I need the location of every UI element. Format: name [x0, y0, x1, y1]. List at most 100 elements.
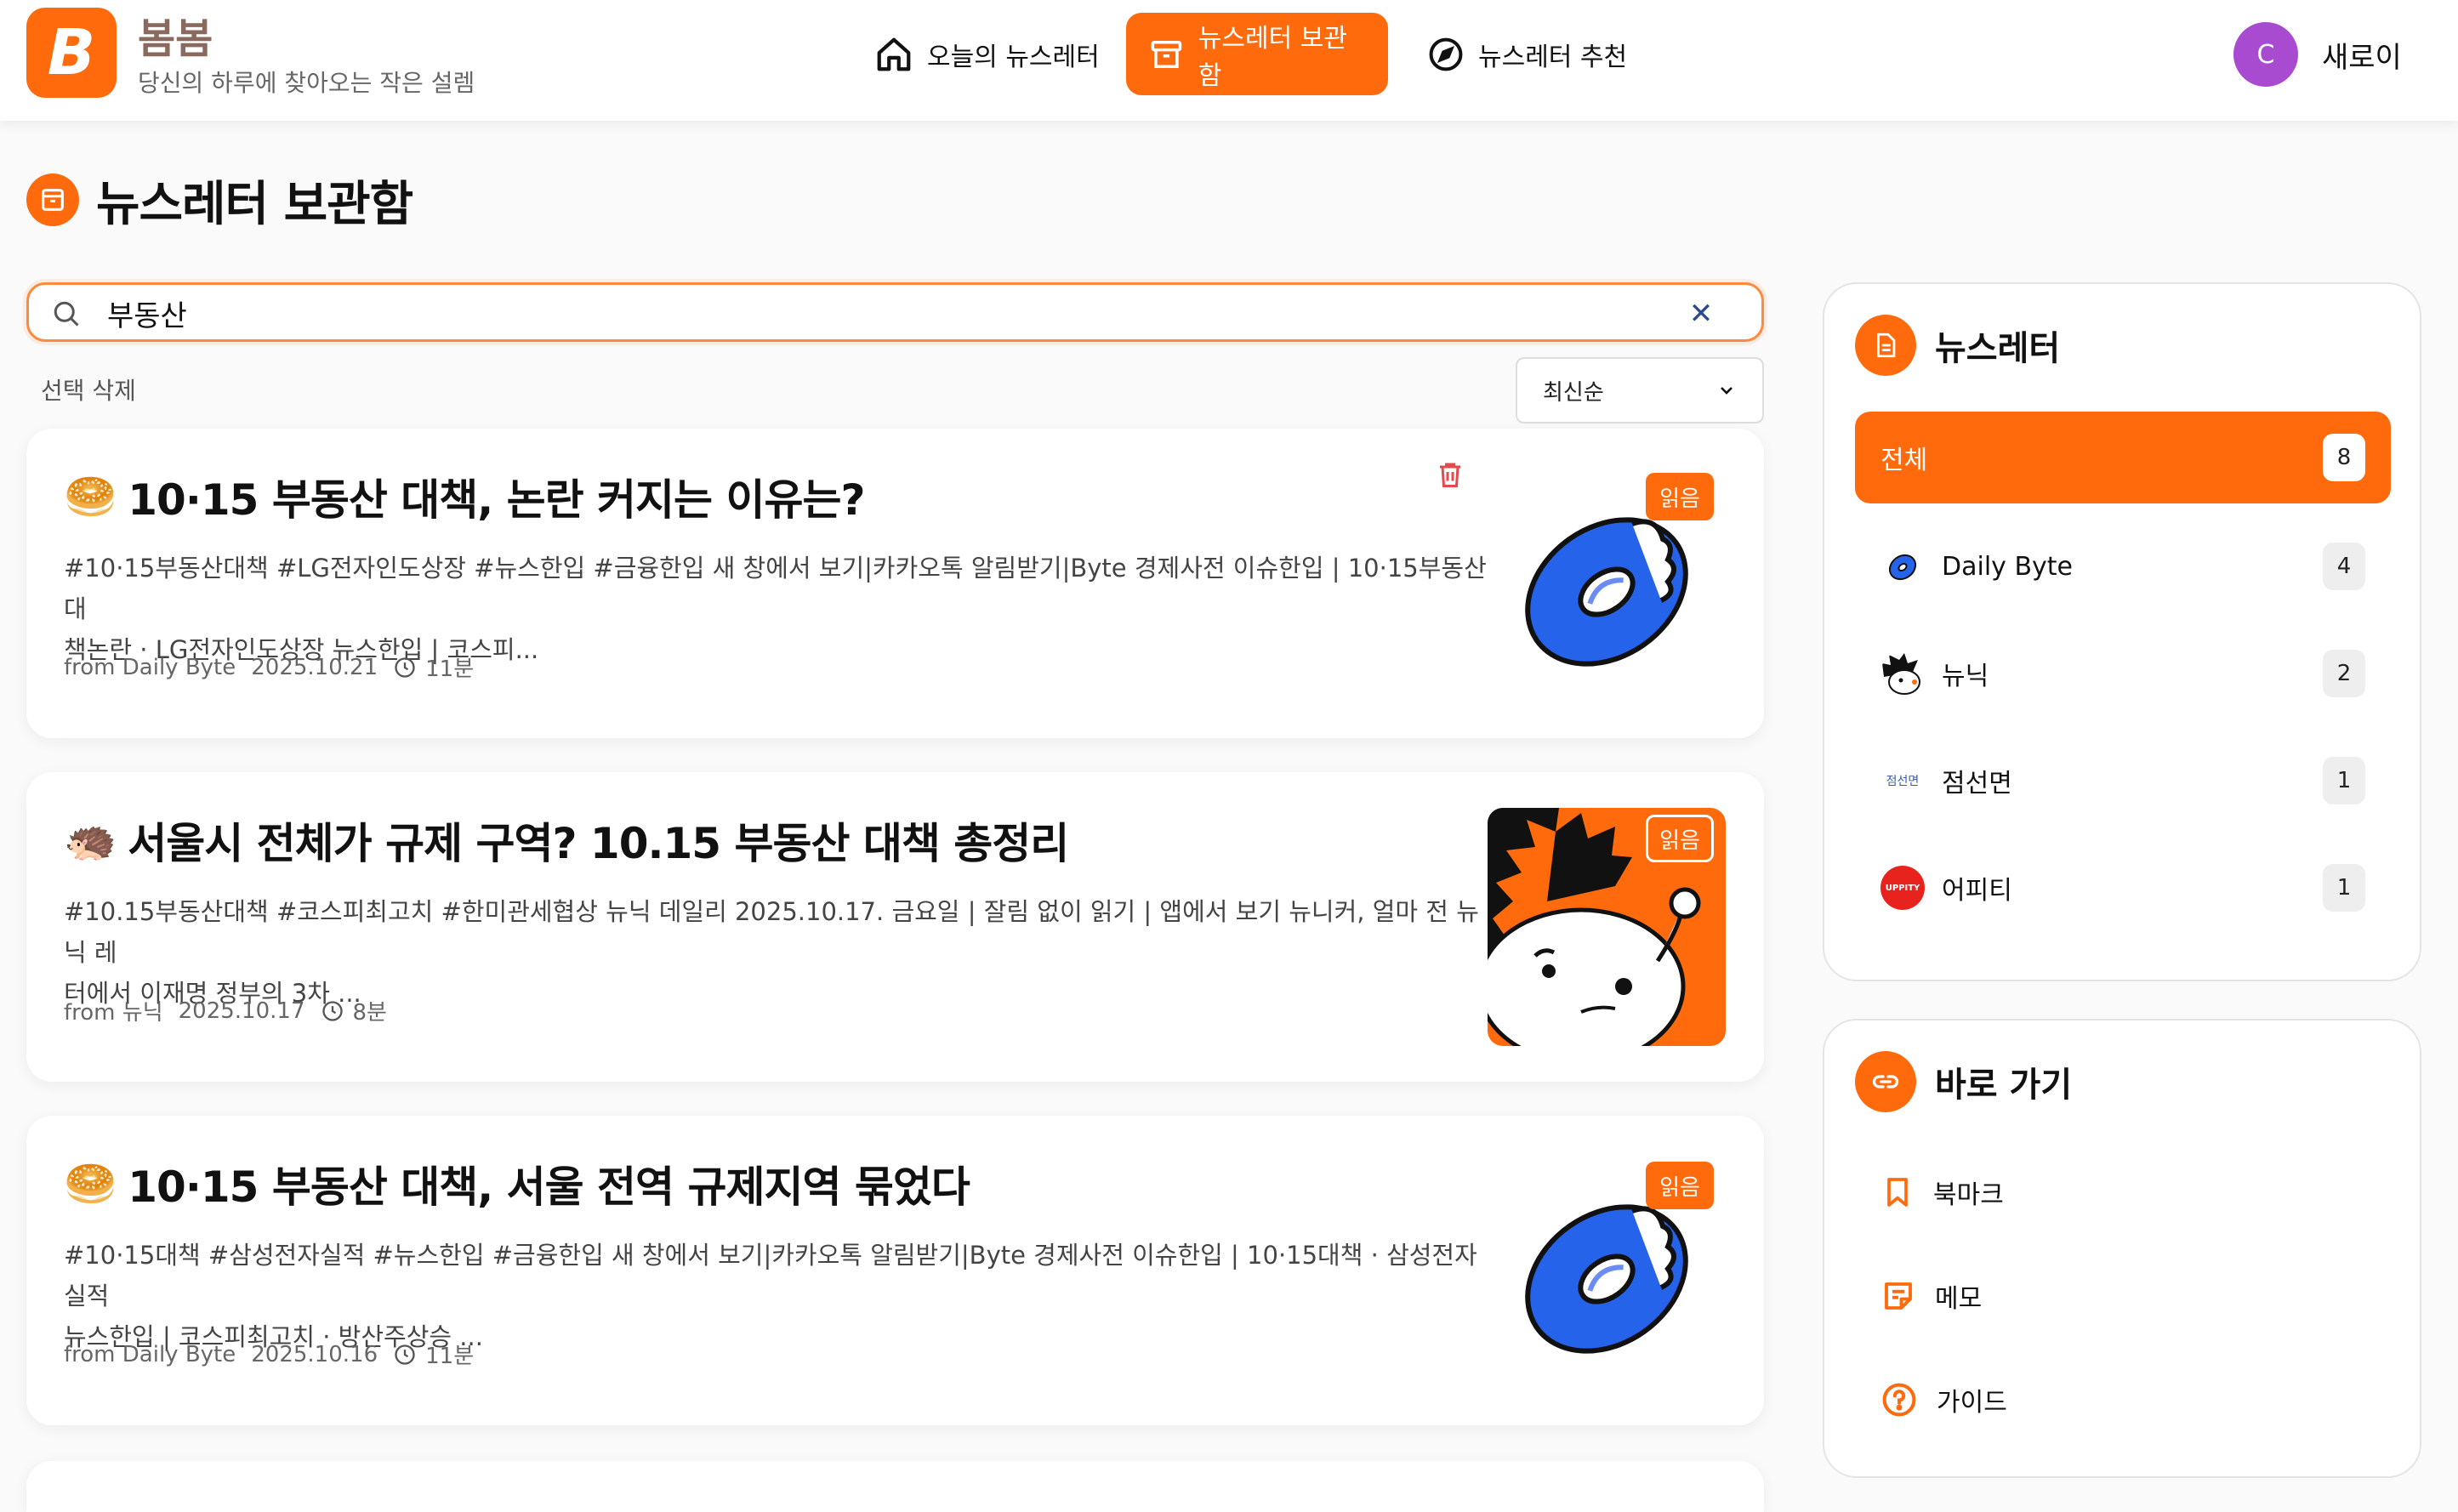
shortcut-bookmark[interactable]: 북마크 — [1880, 1174, 2004, 1211]
memo-icon — [1885, 1282, 1912, 1310]
card-title: 🥯 10·15 부동산 대책, 논란 커지는 이유는? — [64, 466, 865, 527]
hedgehog-logo — [1880, 651, 1925, 696]
read-time: 11분 — [393, 651, 474, 683]
read-time: 8분 — [321, 995, 387, 1026]
card-meta: from Daily Byte 2025.10.16 11분 — [64, 1339, 474, 1370]
card-emoji: 🥯 — [64, 1158, 117, 1208]
uppity-logo: UPPITY — [1880, 866, 1925, 910]
filter-newneek[interactable]: 뉴닉 2 — [1855, 628, 2391, 719]
filter-count: 1 — [2323, 864, 2365, 912]
panel-title: 바로 가기 — [1935, 1066, 2073, 1105]
filter-label: Daily Byte — [1942, 551, 2073, 582]
clear-search-icon[interactable]: ✕ — [1684, 297, 1718, 331]
newsletter-card[interactable]: 🥯 10·15 부동산 대책, 논란 커지는 이유는? #10·15부동산대책 … — [26, 429, 1764, 738]
search-icon — [54, 301, 79, 327]
card-meta: from Daily Byte 2025.10.21 11분 — [64, 651, 474, 683]
read-badge: 읽음 — [1646, 815, 1714, 862]
brand-name: 봄봄 — [138, 15, 213, 63]
sort-value: 최신순 — [1543, 379, 1604, 406]
newsletter-card[interactable]: 🥯 10·15 부동산 대책, 서울 전역 규제지역 묶었다 #10·15대책 … — [26, 1116, 1764, 1425]
clock-icon — [395, 1344, 415, 1365]
filter-count: 8 — [2323, 434, 2365, 481]
archive-icon — [1151, 40, 1182, 68]
card-source: from 뉴닉 — [64, 1000, 163, 1026]
card-title-text: 10·15 부동산 대책, 논란 커지는 이유는? — [128, 475, 865, 525]
card-title-text: 서울시 전체가 규제 구역? 10.15 부동산 대책 총정리 — [128, 819, 1069, 868]
panel-title: 뉴스레터 — [1935, 329, 2061, 368]
card-date: 2025.10.16 — [251, 1341, 378, 1367]
sort-dropdown[interactable]: 최신순 — [1516, 357, 1764, 423]
shortcut-guide[interactable]: 가이드 — [1880, 1381, 2007, 1418]
clock-icon — [321, 1000, 343, 1021]
card-title: 🦔 서울시 전체가 규제 구역? 10.15 부동산 대책 총정리 — [64, 810, 1069, 871]
card-title: 🥯 10·15 부동산 대책, 서울 전역 규제지역 묶었다 — [64, 1153, 970, 1214]
page-title-row: 뉴스레터 보관함 — [26, 170, 413, 232]
shortcut-label: 메모 — [1935, 1284, 1983, 1314]
clock-icon — [395, 657, 415, 678]
nav-label: 뉴스레터 보관함 — [1198, 23, 1347, 91]
nav-recommend[interactable]: 뉴스레터 추천 — [1405, 13, 1649, 95]
filter-uppity[interactable]: UPPITY 어피티 1 — [1855, 842, 2391, 934]
archive-icon — [26, 173, 79, 226]
shortcuts-panel: 바로 가기 북마크 메모 가이드 — [1823, 1019, 2421, 1478]
nav-label: 오늘의 뉴스레터 — [927, 42, 1100, 72]
panel-header: 바로 가기 — [1855, 1051, 2072, 1112]
top-header: B 봄봄 당신의 하루에 찾아오는 작은 설렘 오늘의 뉴스레터 뉴스레터 보관… — [0, 0, 2458, 121]
user-avatar[interactable]: C — [2233, 22, 2298, 87]
desc-line: #10·15부동산대책 #LG전자인도상장 #뉴스한입 #금융한입 새 창에서 … — [64, 554, 1487, 623]
newsletter-filter-panel: 뉴스레터 전체 8 Daily Byte 4 뉴닉 2 점선면 점선면 1 UP… — [1823, 282, 2421, 981]
nav-label: 뉴스레터 추천 — [1478, 42, 1628, 72]
filter-label: 뉴닉 — [1942, 662, 1989, 691]
page-title: 뉴스레터 보관함 — [96, 176, 413, 232]
shortcut-label: 가이드 — [1937, 1388, 2007, 1418]
read-time-text: 8분 — [352, 1000, 387, 1026]
read-time-text: 11분 — [425, 657, 475, 682]
card-date: 2025.10.21 — [251, 654, 378, 680]
desc-line: #10·15대책 #삼성전자실적 #뉴스한입 #금융한입 새 창에서 보기|카카… — [64, 1241, 1477, 1310]
panel-header: 뉴스레터 — [1855, 315, 2060, 376]
compass-icon — [1429, 37, 1463, 71]
search-bar[interactable]: ✕ — [26, 282, 1764, 342]
filter-count: 1 — [2323, 757, 2365, 804]
card-emoji: 🦔 — [64, 815, 117, 865]
document-icon — [1855, 315, 1916, 376]
nav-today-newsletter[interactable]: 오늘의 뉴스레터 — [852, 13, 1122, 95]
trash-icon[interactable] — [1435, 458, 1465, 492]
user-name[interactable]: 새로이 — [2322, 34, 2402, 76]
jumseonmyeon-logo: 점선면 — [1886, 775, 1920, 788]
filter-daily-byte[interactable]: Daily Byte 4 — [1855, 520, 2391, 612]
card-source: from Daily Byte — [64, 1341, 236, 1367]
filter-jumseonmyeon[interactable]: 점선면 점선면 1 — [1855, 735, 2391, 827]
brand-tagline: 당신의 하루에 찾아오는 작은 설렘 — [138, 69, 475, 97]
filter-label: 점선면 — [1942, 769, 2012, 799]
filter-count: 2 — [2323, 650, 2365, 697]
search-input[interactable] — [107, 292, 1638, 334]
newsletter-card[interactable] — [26, 1461, 1764, 1512]
home-icon — [877, 37, 911, 71]
logo-letter: B — [47, 16, 96, 89]
select-delete-button[interactable]: 선택 삭제 — [41, 372, 136, 406]
filter-label: 어피티 — [1942, 876, 2012, 906]
card-source: from Daily Byte — [64, 654, 236, 680]
filter-count: 4 — [2323, 543, 2365, 590]
card-emoji: 🥯 — [64, 471, 117, 521]
filter-all[interactable]: 전체 8 — [1855, 412, 2391, 503]
nav-archive[interactable]: 뉴스레터 보관함 — [1126, 13, 1388, 95]
shortcut-memo[interactable]: 메모 — [1880, 1277, 1982, 1315]
bookmark-icon — [1887, 1178, 1908, 1207]
help-icon — [1882, 1383, 1916, 1417]
card-title-text: 10·15 부동산 대책, 서울 전역 규제지역 묶었다 — [128, 1162, 970, 1212]
filter-label: 전체 — [1880, 446, 1928, 475]
card-meta: from 뉴닉 2025.10.17 8분 — [64, 995, 387, 1026]
chevron-down-icon — [1721, 387, 1733, 395]
newsletter-card[interactable]: 🦔 서울시 전체가 규제 구역? 10.15 부동산 대책 총정리 #10.15… — [26, 772, 1764, 1082]
shortcut-label: 북마크 — [1933, 1180, 2004, 1210]
read-badge: 읽음 — [1646, 473, 1714, 520]
read-badge: 읽음 — [1646, 1162, 1714, 1209]
app-logo[interactable]: B — [26, 8, 117, 98]
read-time-text: 11분 — [425, 1344, 475, 1369]
desc-line: #10.15부동산대책 #코스피최고치 #한미관세협상 뉴닉 데일리 2025.… — [64, 897, 1479, 967]
card-date: 2025.10.17 — [178, 998, 305, 1024]
donut-logo — [1880, 544, 1925, 588]
read-time: 11분 — [393, 1339, 474, 1370]
